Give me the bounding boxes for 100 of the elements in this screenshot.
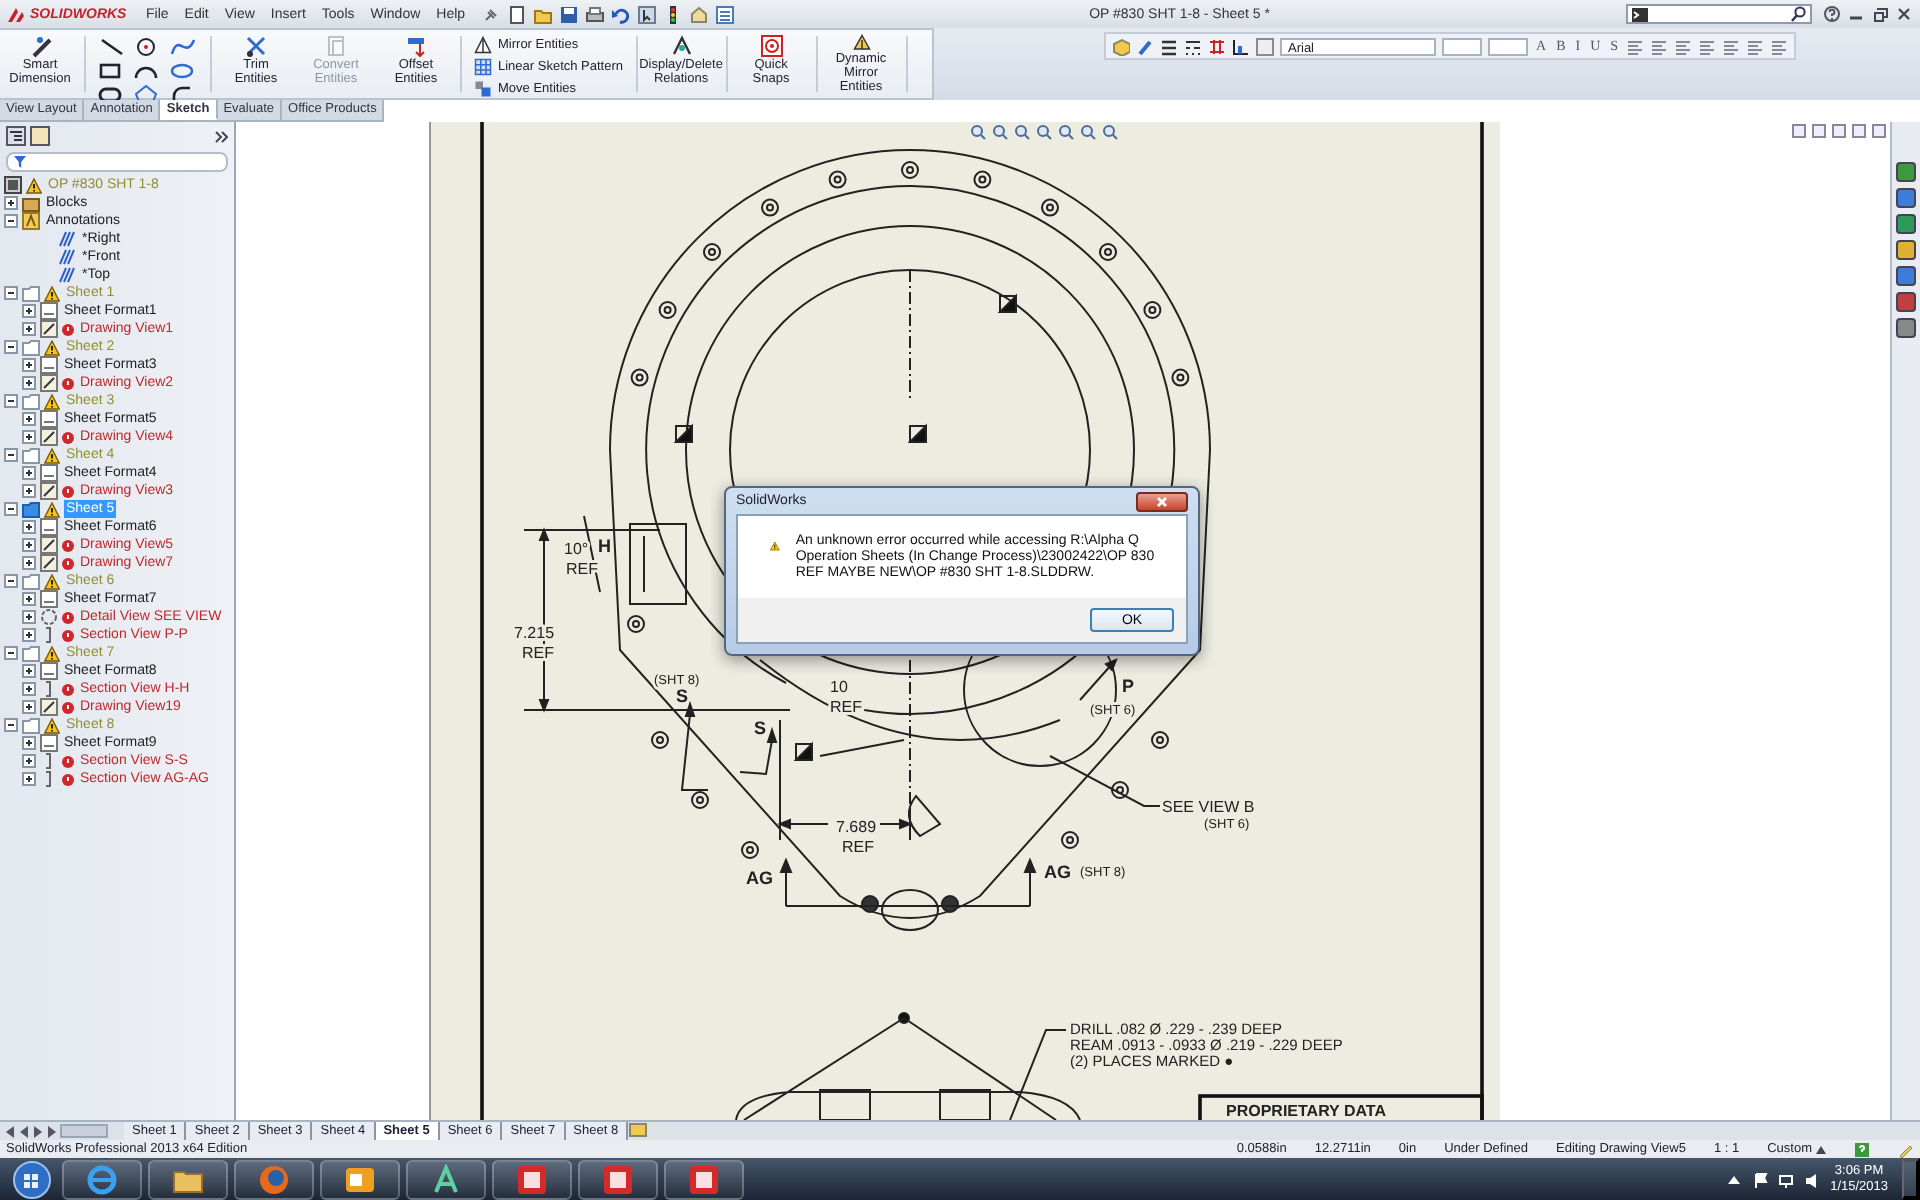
start-button[interactable] xyxy=(8,1159,56,1199)
expand-toggle[interactable] xyxy=(22,772,36,786)
spline-icon[interactable] xyxy=(170,36,196,58)
zoom-area-icon[interactable] xyxy=(992,124,1008,140)
move-icon xyxy=(474,80,492,98)
mail-icon xyxy=(344,1163,376,1195)
expand-toggle[interactable] xyxy=(22,664,36,678)
open-folder-icon[interactable] xyxy=(533,5,552,23)
sheet-folder-icon xyxy=(22,392,40,410)
expand-toggle[interactable] xyxy=(22,610,36,624)
browser-icon xyxy=(86,1163,118,1195)
slot-icon[interactable] xyxy=(98,84,124,106)
expand-toggle[interactable] xyxy=(22,592,36,606)
expand-toggle[interactable] xyxy=(4,502,18,516)
drawing-view-icon xyxy=(40,554,58,572)
line-weight-icon[interactable] xyxy=(1160,37,1178,55)
help-icon[interactable] xyxy=(1824,6,1840,22)
font-size-field[interactable] xyxy=(1488,37,1528,55)
font-size-field[interactable] xyxy=(1442,37,1482,55)
expand-toggle[interactable] xyxy=(4,394,18,408)
app-icon xyxy=(516,1163,548,1195)
expand-toggle[interactable] xyxy=(22,556,36,570)
title-block-text: PROPRIETARY DATA xyxy=(1226,1102,1387,1120)
filter-field[interactable] xyxy=(6,152,228,172)
app-icon xyxy=(688,1163,720,1195)
expand-toggle[interactable] xyxy=(22,484,36,498)
taskbar-button[interactable] xyxy=(578,1159,658,1199)
drawing-view-icon xyxy=(40,482,58,500)
undo-icon[interactable] xyxy=(611,5,630,23)
expand-toggle[interactable] xyxy=(22,412,36,426)
sheet-folder-icon xyxy=(22,284,40,302)
sheet-format-icon xyxy=(40,518,58,536)
expand-toggle[interactable] xyxy=(4,448,18,462)
chart-icon[interactable] xyxy=(1232,37,1250,55)
expand-toggle[interactable] xyxy=(22,754,36,768)
line-style-icon[interactable] xyxy=(1184,37,1202,55)
line-icon[interactable] xyxy=(98,36,124,58)
feature-tree-tab-icon[interactable] xyxy=(6,126,26,146)
expand-toggle[interactable] xyxy=(22,628,36,642)
cube-icon[interactable] xyxy=(1112,37,1130,55)
new-document-icon[interactable] xyxy=(507,5,526,23)
property-tab-icon[interactable] xyxy=(30,126,50,146)
print-icon[interactable] xyxy=(585,5,604,23)
drawing-view-icon xyxy=(40,320,58,338)
expand-toggle[interactable] xyxy=(22,700,36,714)
grid-pattern-icon xyxy=(474,58,492,76)
close-button[interactable] xyxy=(1136,491,1188,511)
expand-toggle[interactable] xyxy=(22,538,36,552)
expand-toggle[interactable] xyxy=(4,574,18,588)
search-icon[interactable] xyxy=(1790,6,1806,22)
drawing-view-icon xyxy=(40,428,58,446)
taskbar-button[interactable] xyxy=(406,1159,486,1199)
rectangle-icon[interactable] xyxy=(98,60,124,82)
save-icon[interactable] xyxy=(559,5,578,23)
expand-toggle[interactable] xyxy=(4,718,18,732)
taskbar-button[interactable] xyxy=(148,1159,228,1199)
show-hidden-icon[interactable] xyxy=(1726,1171,1743,1187)
align-left-icon[interactable] xyxy=(1626,37,1645,55)
flag-icon[interactable] xyxy=(1752,1171,1769,1187)
expand-toggle[interactable] xyxy=(4,286,18,300)
taskbar-button[interactable] xyxy=(320,1159,400,1199)
fillet-icon[interactable] xyxy=(170,84,196,106)
scissors-icon xyxy=(244,34,268,58)
taskbar-button[interactable] xyxy=(664,1159,744,1199)
add-sheet-icon[interactable] xyxy=(628,1122,649,1138)
help-icon[interactable] xyxy=(1854,1141,1870,1157)
offset-icon xyxy=(404,34,428,58)
sheet-format-icon xyxy=(40,464,58,482)
detail-view-icon xyxy=(40,608,58,626)
speaker-icon[interactable] xyxy=(1804,1171,1821,1187)
ellipse-icon[interactable] xyxy=(170,60,196,82)
expand-toggle[interactable] xyxy=(22,358,36,372)
expand-toggle[interactable] xyxy=(22,736,36,750)
search-field[interactable] xyxy=(1626,4,1812,24)
plane-icon xyxy=(58,266,76,284)
expand-toggle[interactable] xyxy=(22,430,36,444)
expand-toggle[interactable] xyxy=(22,682,36,696)
globe-icon xyxy=(258,1163,290,1195)
expand-toggle[interactable] xyxy=(22,466,36,480)
expand-toggle[interactable] xyxy=(22,322,36,336)
expand-toggle[interactable] xyxy=(4,340,18,354)
horizontal-scrollbar[interactable] xyxy=(60,1124,108,1138)
expand-toggle[interactable] xyxy=(22,304,36,318)
select-pointer-icon[interactable] xyxy=(637,5,656,23)
taskbar-button[interactable] xyxy=(492,1159,572,1199)
show-desktop-button[interactable] xyxy=(1902,1158,1920,1200)
layer-icon[interactable] xyxy=(1208,37,1226,55)
expand-toggle[interactable] xyxy=(22,376,36,390)
expand-toggle[interactable] xyxy=(4,646,18,660)
network-icon[interactable] xyxy=(1778,1171,1795,1187)
paint-icon[interactable] xyxy=(1136,37,1154,55)
pin-icon[interactable] xyxy=(481,5,500,23)
expand-toggle[interactable] xyxy=(4,196,18,210)
relations-icon xyxy=(669,34,694,58)
zoom-fit-icon[interactable] xyxy=(970,124,986,140)
expand-panel-icon[interactable] xyxy=(214,129,228,143)
expand-toggle[interactable] xyxy=(4,214,18,228)
circle-icon[interactable] xyxy=(134,36,160,58)
expand-toggle[interactable] xyxy=(22,520,36,534)
sheet-folder-icon xyxy=(22,500,40,518)
